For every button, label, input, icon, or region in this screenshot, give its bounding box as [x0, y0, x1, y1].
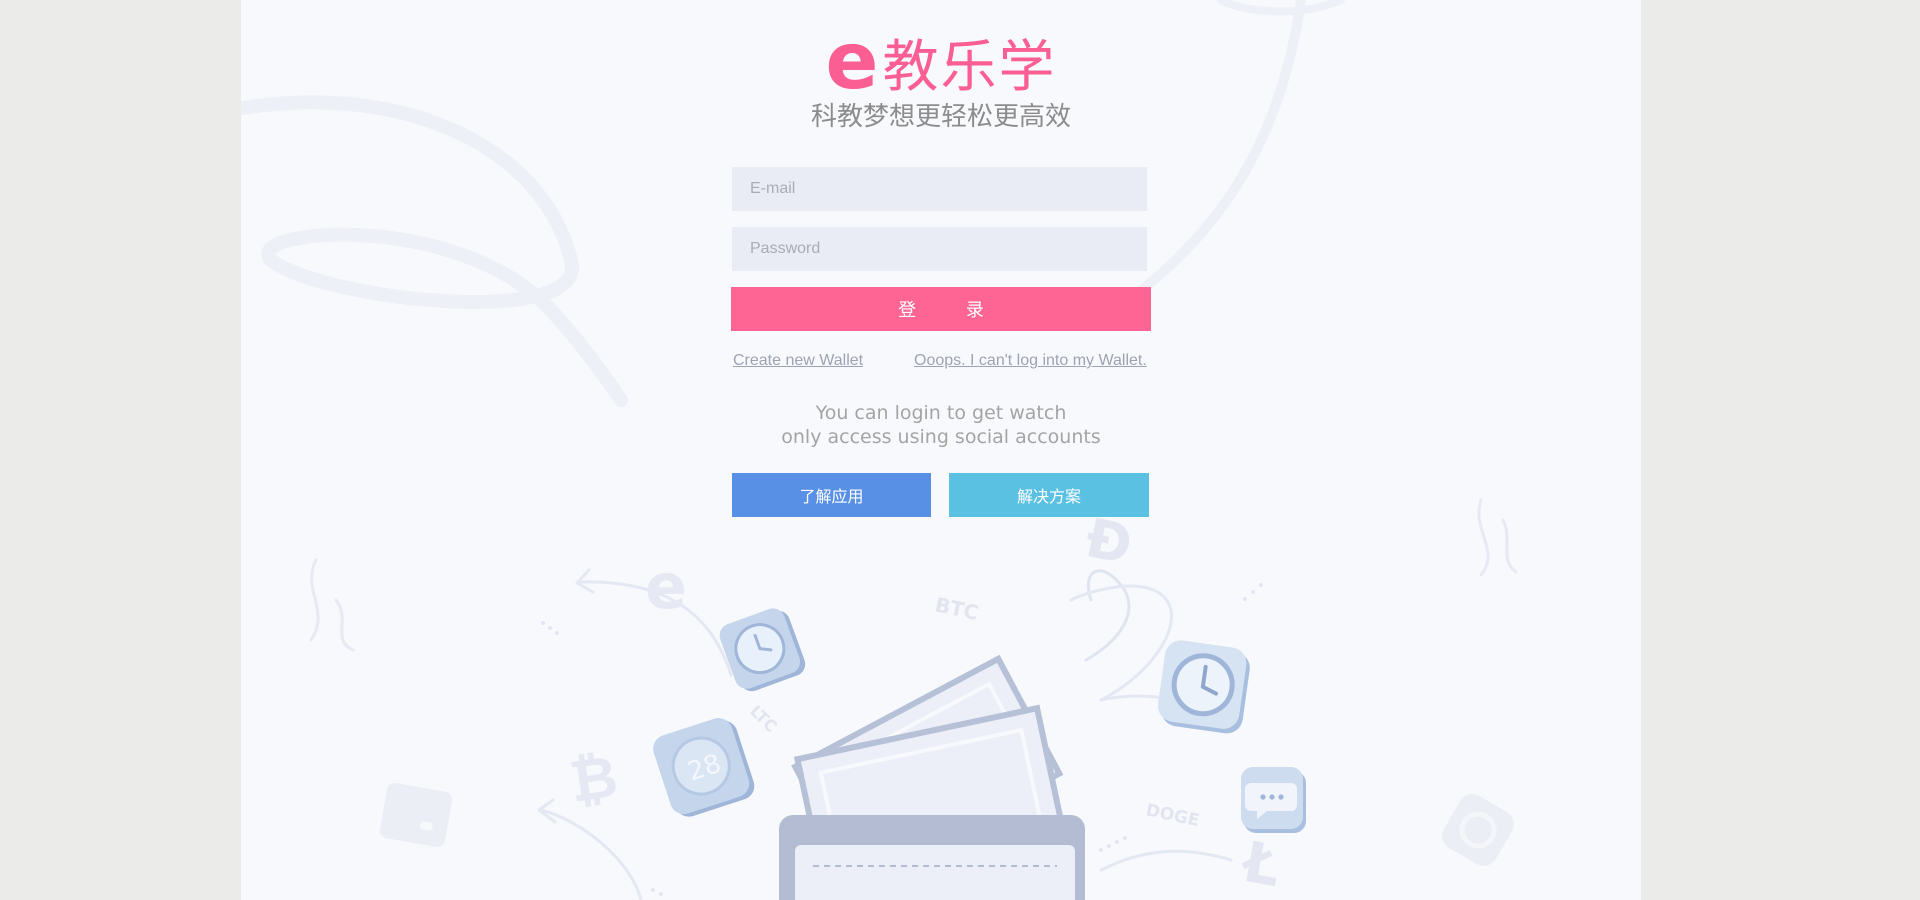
background-swirl: [1217, 0, 1345, 16]
swirl-line: [1069, 584, 1173, 702]
bitcoin-symbol: ₿: [565, 742, 621, 816]
email-field[interactable]: [732, 167, 1147, 211]
recover-wallet-link[interactable]: Ooops. I can't log into my Wallet.: [914, 352, 1147, 370]
social-info-line-1: You can login to get watch: [815, 402, 1067, 424]
create-wallet-link[interactable]: Create new Wallet: [733, 352, 863, 370]
coin-ltc-label: LTC: [746, 701, 781, 736]
learn-app-button[interactable]: 了解应用: [732, 473, 931, 517]
social-info-line-2: only access using social accounts: [781, 426, 1101, 448]
app-tile-clock-small: [719, 608, 806, 692]
app-tile-calendar: 28: [653, 718, 755, 817]
wallet-illustration: [779, 654, 1085, 900]
app-tile-chat: [1241, 767, 1306, 833]
coin-e-letter: e: [645, 550, 687, 623]
app-tile-clock: [1157, 640, 1250, 734]
tagline: 科教梦想更轻松更高效: [810, 102, 1071, 132]
background-swirl: [309, 558, 355, 652]
login-button[interactable]: 登 录: [731, 287, 1151, 331]
login-panel: e BTC LTC DOGE ₿ Đ Ł 28 e教乐学 科教梦想更轻松更高效 …: [241, 0, 1641, 900]
logo-letter: e: [825, 17, 879, 107]
background-illustration: e BTC LTC DOGE ₿ Đ Ł 28: [241, 0, 1518, 900]
coin-doge-label: DOGE: [1144, 800, 1201, 831]
arrow-line: [1099, 849, 1233, 872]
password-field[interactable]: [732, 227, 1147, 271]
background-swirl: [1477, 498, 1518, 577]
litecoin-symbol: Ł: [1236, 829, 1286, 900]
gear-shape-icon: [1442, 794, 1514, 866]
background-swirl: [241, 95, 628, 407]
card-icon: [379, 782, 453, 848]
swirl-line: [1084, 569, 1131, 662]
coin-btc-label: BTC: [933, 592, 981, 625]
solutions-button[interactable]: 解决方案: [949, 473, 1149, 517]
arrow-line: [539, 808, 643, 900]
